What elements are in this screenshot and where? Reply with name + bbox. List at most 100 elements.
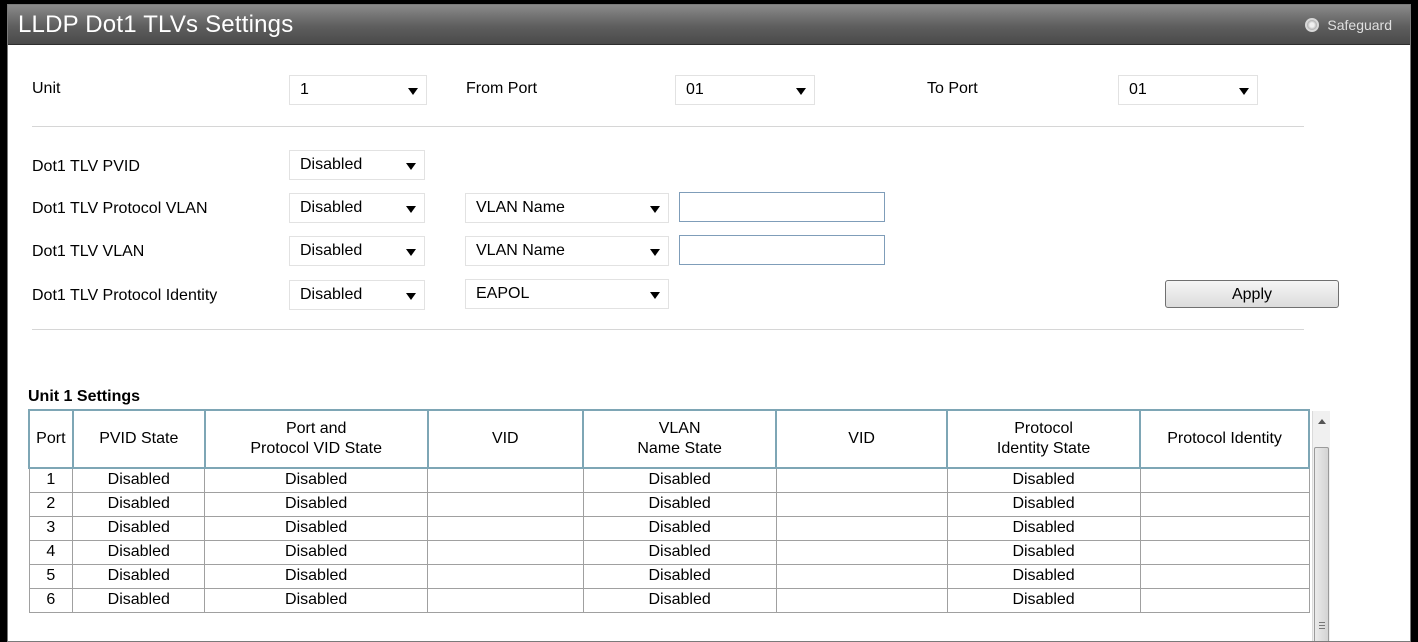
cell-protocol-identity [1139,467,1310,493]
cell-vid [427,539,584,565]
chevron-down-icon [650,206,660,213]
cell-pvid-state: Disabled [72,587,206,613]
pvid-label: Dot1 TLV PVID [32,158,140,175]
col-header-vid: VID [426,409,585,469]
safeguard-icon [1305,18,1320,32]
cell-vid [427,491,584,517]
table-row: 3 Disabled Disabled Disabled Disabled [28,515,1310,541]
col-header-vlan-name-state: VLAN Name State [582,409,778,469]
protocol-identity-type-select[interactable]: EAPOL [465,279,669,309]
safeguard-indicator[interactable]: Safeguard [1305,17,1392,33]
chevron-down-icon [406,293,416,300]
cell-ppvid-state: Disabled [204,491,428,517]
to-port-label: To Port [927,80,978,97]
cell-protocol-identity [1139,515,1310,541]
protocol-identity-label: Dot1 TLV Protocol Identity [32,287,218,304]
chevron-down-icon [406,163,416,170]
chevron-down-icon [650,292,660,299]
cell-ppvid-state: Disabled [204,467,428,493]
chevron-down-icon [406,206,416,213]
divider [32,329,1304,330]
vlan-select-value: Disabled [300,242,363,259]
from-port-select[interactable]: 01 [675,75,815,105]
cell-protocol-identity [1139,491,1310,517]
cell-vlan-name-state: Disabled [582,491,777,517]
protocol-vlan-select-value: Disabled [300,199,363,216]
table-title: Unit 1 Settings [28,388,141,405]
cell-vid-2 [775,563,948,589]
cell-pvid-state: Disabled [72,467,206,493]
cell-pvid-state: Disabled [72,539,206,565]
table-row: 4 Disabled Disabled Disabled Disabled [28,539,1310,565]
cell-protocol-identity-state: Disabled [946,539,1141,565]
cell-protocol-identity-state: Disabled [946,491,1141,517]
cell-protocol-identity-state: Disabled [946,515,1141,541]
vlan-type-select[interactable]: VLAN Name [465,236,669,266]
cell-pvid-state: Disabled [72,515,206,541]
chevron-down-icon [650,249,660,256]
cell-port: 6 [28,587,74,613]
unit-select[interactable]: 1 [289,75,427,105]
protocol-vlan-input[interactable] [679,192,885,222]
chevron-down-icon [406,249,416,256]
scroll-up-arrow-icon[interactable] [1318,419,1326,424]
cell-ppvid-state: Disabled [204,539,428,565]
cell-protocol-identity-state: Disabled [946,563,1141,589]
col-header-vid-2: VID [775,409,948,469]
cell-port: 5 [28,563,74,589]
vlan-input[interactable] [679,235,885,265]
cell-vid [427,467,584,493]
cell-port: 4 [28,539,74,565]
protocol-vlan-select[interactable]: Disabled [289,193,425,223]
scrollbar-thumb[interactable] [1314,447,1329,641]
cell-port: 2 [28,491,74,517]
col-header-pvid-state: PVID State [71,409,206,469]
cell-protocol-identity-state: Disabled [946,467,1141,493]
page-title: LLDP Dot1 TLVs Settings [18,11,294,38]
table-scrollbar[interactable] [1312,411,1330,641]
col-header-ppvid-state: Port and Protocol VID State [203,409,429,469]
cell-ppvid-state: Disabled [204,515,428,541]
cell-vlan-name-state: Disabled [582,467,777,493]
cell-port: 1 [28,467,74,493]
unit-select-value: 1 [300,81,309,98]
table-row: 1 Disabled Disabled Disabled Disabled [28,467,1310,493]
pvid-select[interactable]: Disabled [289,150,425,180]
cell-vid-2 [775,587,948,613]
cell-vlan-name-state: Disabled [582,539,777,565]
from-port-label: From Port [466,80,538,97]
protocol-identity-select[interactable]: Disabled [289,280,425,310]
vlan-label: Dot1 TLV VLAN [32,243,145,260]
col-header-port: Port [28,409,74,469]
cell-vlan-name-state: Disabled [582,563,777,589]
chevron-down-icon [1239,88,1249,95]
apply-button[interactable]: Apply [1165,280,1339,308]
protocol-vlan-label: Dot1 TLV Protocol VLAN [32,200,208,217]
col-header-protocol-identity-state: Protocol Identity State [945,409,1142,469]
cell-protocol-identity [1139,587,1310,613]
cell-vid-2 [775,467,948,493]
safeguard-label: Safeguard [1327,17,1392,33]
cell-vlan-name-state: Disabled [582,587,777,613]
table-row: 5 Disabled Disabled Disabled Disabled [28,563,1310,589]
cell-protocol-identity [1139,539,1310,565]
settings-panel: LLDP Dot1 TLVs Settings Safeguard Unit 1… [7,4,1411,642]
chevron-down-icon [796,88,806,95]
cell-vid-2 [775,491,948,517]
protocol-vlan-type-select[interactable]: VLAN Name [465,193,669,223]
settings-table: Port PVID State Port and Protocol VID Sta… [28,409,1310,613]
grip-icon [1319,622,1325,629]
unit-label: Unit [32,80,61,97]
cell-vid-2 [775,515,948,541]
table-header-row: Port PVID State Port and Protocol VID Sta… [28,409,1310,469]
from-port-select-value: 01 [686,81,704,98]
protocol-vlan-type-value: VLAN Name [476,199,565,216]
vlan-select[interactable]: Disabled [289,236,425,266]
divider [32,126,1304,127]
to-port-select-value: 01 [1129,81,1147,98]
cell-pvid-state: Disabled [72,563,206,589]
pvid-select-value: Disabled [300,156,363,173]
cell-vid [427,587,584,613]
to-port-select[interactable]: 01 [1118,75,1258,105]
vlan-type-value: VLAN Name [476,242,565,259]
